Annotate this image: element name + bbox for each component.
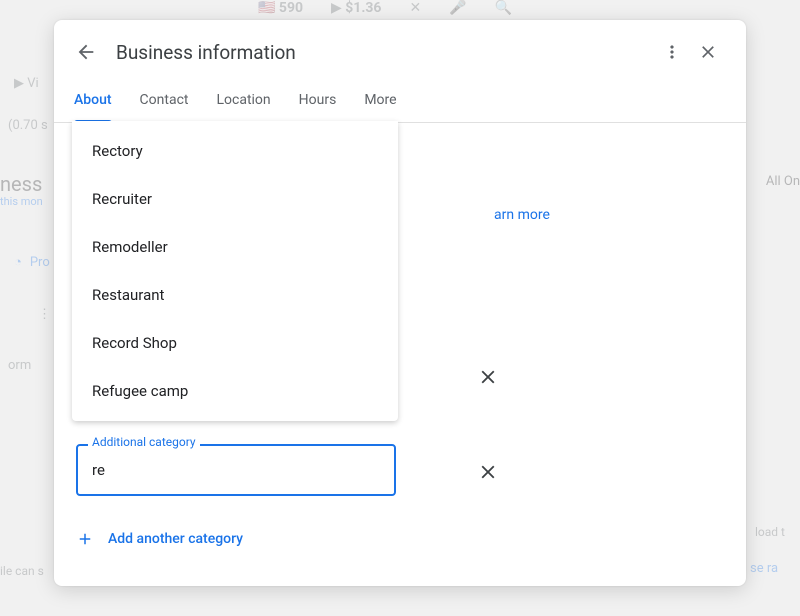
more-menu-button[interactable] xyxy=(654,34,690,70)
remove-primary-category-button[interactable] xyxy=(474,363,502,391)
business-info-modal: Business information About Contact Locat… xyxy=(54,20,746,586)
dropdown-option[interactable]: Rectory xyxy=(72,127,398,175)
close-icon xyxy=(477,366,499,388)
tab-hours[interactable]: Hours xyxy=(299,80,337,122)
plus-icon xyxy=(76,530,94,548)
remove-additional-category-button[interactable] xyxy=(474,458,502,486)
tab-about[interactable]: About xyxy=(74,80,112,122)
input-label: Additional category xyxy=(88,435,200,449)
bg-stat-1: 590 xyxy=(279,0,303,16)
dropdown-option[interactable]: Record Shop xyxy=(72,319,398,367)
dropdown-option[interactable]: Refugee camp xyxy=(72,367,398,415)
close-icon xyxy=(477,461,499,483)
learn-more-link[interactable]: arn more xyxy=(494,207,550,223)
bg-mic: 🎤 xyxy=(449,0,466,16)
bg-search: 🔍 xyxy=(495,0,512,16)
dropdown-option[interactable]: Recruiter xyxy=(72,175,398,223)
dropdown-option[interactable]: Remodeller xyxy=(72,223,398,271)
bg-x: ✕ xyxy=(409,0,421,16)
category-autocomplete-dropdown: Rectory Recruiter Remodeller Restaurant … xyxy=(72,121,398,421)
modal-title: Business information xyxy=(116,41,654,64)
bg-stat-2: $1.36 xyxy=(345,0,381,16)
additional-category-field-wrap: Additional category xyxy=(76,444,396,496)
tab-contact[interactable]: Contact xyxy=(140,80,189,122)
tabs: About Contact Location Hours More xyxy=(54,80,746,123)
add-another-category-button[interactable]: Add another category xyxy=(76,530,243,548)
tab-more[interactable]: More xyxy=(364,80,396,122)
tab-location[interactable]: Location xyxy=(216,80,270,122)
additional-category-input[interactable] xyxy=(76,444,396,496)
more-vert-icon xyxy=(662,42,682,62)
add-another-label: Add another category xyxy=(108,531,243,547)
dropdown-option[interactable]: Restaurant xyxy=(72,271,398,319)
back-button[interactable] xyxy=(74,40,98,64)
close-icon xyxy=(698,42,718,62)
close-button[interactable] xyxy=(690,34,726,70)
arrow-back-icon xyxy=(75,41,97,63)
